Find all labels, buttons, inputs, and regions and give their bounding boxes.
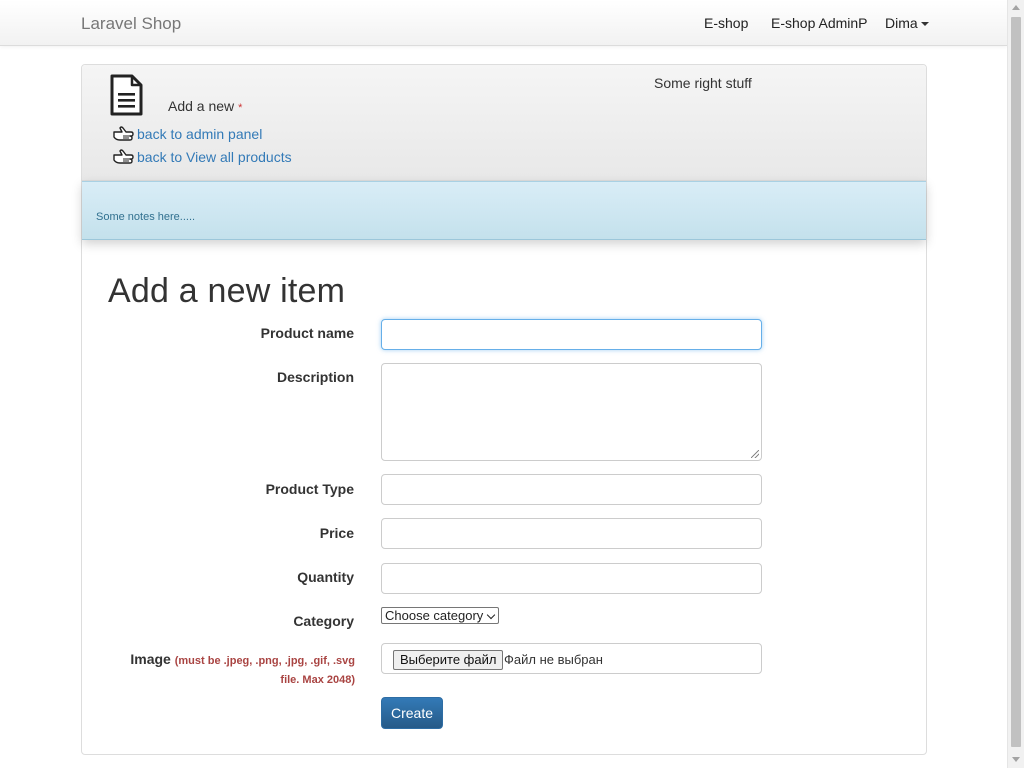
brand-link[interactable]: Laravel Shop (81, 14, 181, 34)
price-input[interactable] (381, 518, 762, 549)
image-label-text: Image (130, 651, 171, 667)
image-file-input[interactable]: Выберите файл Файл не выбран (381, 643, 762, 674)
notes-bar: Some notes here..... (82, 181, 926, 240)
category-selected-value: Choose category (385, 608, 484, 623)
product-name-input[interactable] (381, 319, 762, 350)
user-name: Dima (885, 15, 918, 31)
back-to-admin-panel-link[interactable]: back to admin panel (112, 126, 262, 142)
document-icon (110, 74, 143, 116)
pointing-hand-icon (113, 126, 134, 141)
chevron-down-icon (486, 610, 496, 620)
category-select[interactable]: Choose category (381, 607, 499, 624)
add-new-label: Add a new (168, 98, 235, 114)
notes-text: Some notes here..... (96, 211, 196, 223)
back-to-products-link[interactable]: back to View all products (112, 149, 292, 165)
image-hint: (must be .jpeg, .png, .jpg, .gif, .svg f… (174, 655, 355, 686)
panel-header: Add a new * Some right stuff back to adm… (82, 65, 926, 181)
nav-eshop-link[interactable]: E-shop (704, 15, 748, 31)
quantity-label: Quantity (297, 569, 354, 585)
category-label: Category (293, 613, 354, 629)
choose-file-button[interactable]: Выберите файл (393, 650, 504, 670)
scroll-down-arrow-icon[interactable] (1012, 757, 1020, 762)
nav-eshop-admin-link[interactable]: E-shop AdminP (771, 15, 868, 31)
back-to-admin-panel-label: back to admin panel (137, 126, 263, 142)
scroll-thumb[interactable] (1011, 17, 1021, 747)
price-label: Price (319, 525, 354, 541)
file-status-text: Файл не выбран (504, 652, 603, 667)
add-new-heading: Add a new * (168, 98, 242, 114)
create-button[interactable]: Create (381, 697, 443, 729)
description-textarea[interactable] (381, 363, 762, 461)
caret-down-icon (920, 22, 929, 27)
product-type-label: Product Type (265, 481, 354, 497)
product-name-label: Product name (260, 325, 354, 341)
pointing-hand-icon (113, 149, 134, 164)
back-to-products-label: back to View all products (137, 149, 292, 165)
resize-handle-icon[interactable] (751, 450, 759, 458)
required-mark: * (238, 102, 243, 114)
scroll-up-arrow-icon[interactable] (1012, 5, 1020, 10)
main-panel: Add a new * Some right stuff back to adm… (81, 64, 927, 755)
page-title: Add a new item (108, 272, 346, 310)
image-label: Image (must be .jpeg, .png, .jpg, .gif, … (117, 651, 355, 689)
description-label: Description (276, 369, 354, 385)
product-type-input[interactable] (381, 474, 762, 505)
quantity-input[interactable] (381, 563, 762, 594)
vertical-scrollbar[interactable] (1007, 0, 1024, 768)
top-navbar: Laravel Shop E-shop E-shop AdminP Dima (0, 0, 1007, 46)
user-menu-dropdown[interactable]: Dima (885, 15, 929, 31)
right-stuff-text: Some right stuff (654, 75, 752, 91)
